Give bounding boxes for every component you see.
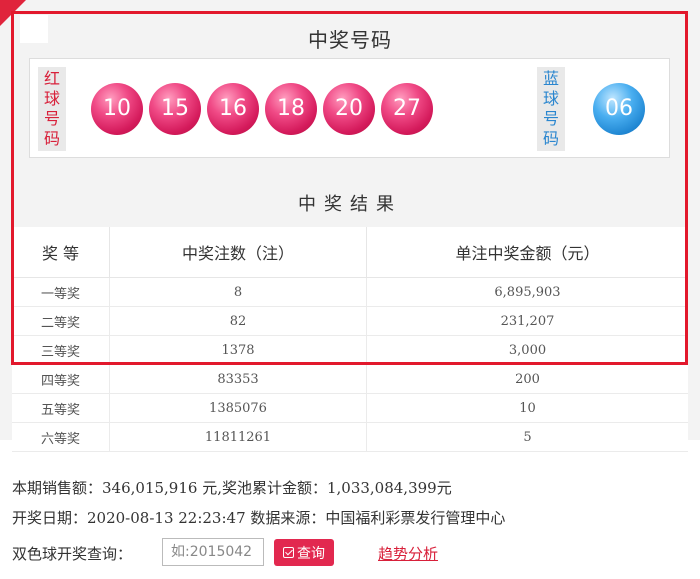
prize-table: 奖 等 中奖注数（注） 单注中奖金额（元） 一等奖 8 6,895,903 二等… bbox=[12, 227, 688, 452]
blue-label-char: 蓝 bbox=[542, 69, 559, 88]
header-prize-level: 奖 等 bbox=[12, 227, 110, 278]
red-label-char: 红 bbox=[43, 69, 60, 88]
prize-level: 一等奖 bbox=[12, 277, 110, 307]
prize-amount: 5 bbox=[366, 422, 688, 452]
draw-date-info: 开奖日期：2020-08-13 22:23:47 数据来源：中国福利彩票发行管理… bbox=[12, 509, 506, 527]
prize-amount: 10 bbox=[366, 393, 688, 423]
red-ball-2: 15 bbox=[149, 83, 201, 135]
query-label: 双色球开奖查询： bbox=[12, 545, 133, 563]
blue-label-char: 球 bbox=[542, 89, 559, 108]
prize-level: 四等奖 bbox=[12, 364, 110, 394]
prize-amount: 231,207 bbox=[366, 306, 688, 336]
winner-count: 11811261 bbox=[109, 422, 367, 452]
results-title: 中奖结果 bbox=[298, 194, 402, 215]
red-ball-3: 16 bbox=[207, 83, 259, 135]
table-row: 五等奖 1385076 10 bbox=[12, 393, 688, 423]
blue-label-char: 码 bbox=[542, 129, 559, 148]
winner-count: 1385076 bbox=[109, 393, 367, 423]
table-row: 三等奖 1378 3,000 bbox=[12, 335, 688, 365]
red-ball-label: 红 球 号 码 bbox=[38, 67, 66, 151]
red-label-char: 球 bbox=[43, 89, 60, 108]
prize-amount: 200 bbox=[366, 364, 688, 394]
blue-label-char: 号 bbox=[542, 109, 559, 128]
prize-level: 六等奖 bbox=[12, 422, 110, 452]
prize-level: 五等奖 bbox=[12, 393, 110, 423]
table-row: 一等奖 8 6,895,903 bbox=[12, 277, 688, 307]
red-ball-4: 18 bbox=[265, 83, 317, 135]
blue-ball: 06 bbox=[593, 83, 645, 135]
header-prize-amount: 单注中奖金额（元） bbox=[366, 227, 688, 278]
header-winner-count: 中奖注数（注） bbox=[109, 227, 367, 278]
prize-amount: 6,895,903 bbox=[366, 277, 688, 307]
red-ball-5: 20 bbox=[323, 83, 375, 135]
prize-level: 三等奖 bbox=[12, 335, 110, 365]
red-label-char: 码 bbox=[43, 129, 60, 148]
winner-count: 8 bbox=[109, 277, 367, 307]
winning-numbers-title: 中奖号码 bbox=[308, 28, 392, 52]
prize-amount: 3,000 bbox=[366, 335, 688, 365]
query-button[interactable]: 查询 bbox=[274, 539, 334, 566]
table-row: 六等奖 11811261 5 bbox=[12, 422, 688, 452]
red-ball-6: 27 bbox=[381, 83, 433, 135]
prize-level: 二等奖 bbox=[12, 306, 110, 336]
draw-number-input[interactable] bbox=[162, 538, 264, 566]
blue-ball-label: 蓝 球 号 码 bbox=[537, 67, 565, 151]
table-header-row: 奖 等 中奖注数（注） 单注中奖金额（元） bbox=[12, 227, 688, 278]
winner-count: 83353 bbox=[109, 364, 367, 394]
table-row: 四等奖 83353 200 bbox=[12, 364, 688, 394]
balls-box: 红 球 号 码 10 15 16 18 20 27 蓝 球 号 码 06 bbox=[29, 58, 670, 158]
winner-count: 82 bbox=[109, 306, 367, 336]
red-label-char: 号 bbox=[43, 109, 60, 128]
query-button-label: 查询 bbox=[297, 545, 325, 562]
table-row: 二等奖 82 231,207 bbox=[12, 306, 688, 336]
winner-count: 1378 bbox=[109, 335, 367, 365]
sales-info: 本期销售额：346,015,916 元,奖池累计金额：1,033,084,399… bbox=[12, 479, 452, 497]
trend-analysis-link[interactable]: 趋势分析 bbox=[378, 543, 438, 564]
red-ball-1: 10 bbox=[91, 83, 143, 135]
check-icon bbox=[283, 547, 294, 558]
